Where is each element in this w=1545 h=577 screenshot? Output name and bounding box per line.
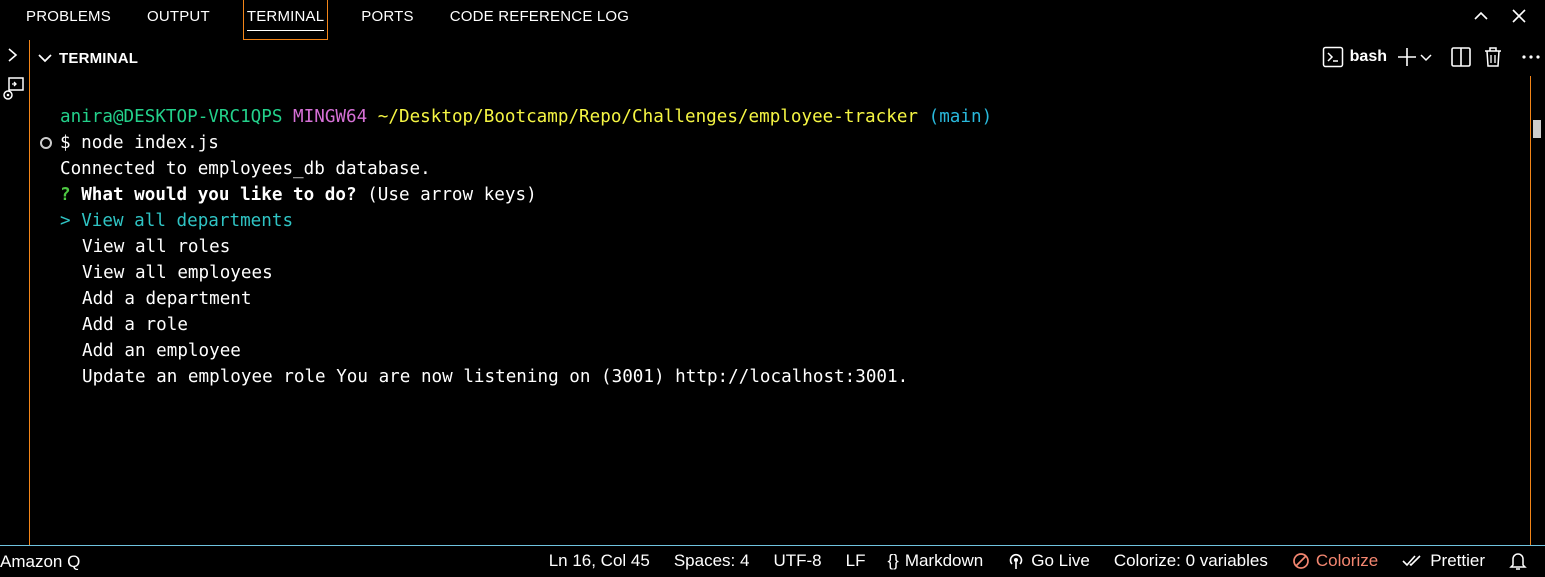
status-language-label: Markdown [904, 551, 984, 570]
panel-actions [1469, 4, 1531, 28]
command-decoration-icon[interactable] [40, 137, 52, 149]
ellipsis-icon [1522, 55, 1540, 59]
choice-item: View all employees [82, 263, 273, 283]
terminal-output[interactable]: anira@DESKTOP-VRC1QPS MINGW64 ~/Desktop/… [31, 76, 1530, 545]
command-line: $ node index.js [60, 133, 219, 153]
tab-terminal-label: TERMINAL [246, 8, 325, 25]
plus-icon [1398, 48, 1416, 66]
status-bar: Amazon Q Ln 16, Col 45 Spaces: 4 UTF-8 L… [0, 545, 1545, 577]
status-encoding[interactable]: UTF-8 [773, 551, 821, 571]
terminal-scrollbar[interactable] [1530, 76, 1545, 545]
chevron-down-icon [1420, 54, 1432, 62]
choice-selected: > View all departments [60, 208, 293, 234]
chevron-down-icon [38, 54, 52, 63]
tab-terminal[interactable]: TERMINAL [242, 0, 329, 40]
question-text: What would you like to do? [81, 185, 357, 205]
prompt-path: ~/Desktop/Bootcamp/Repo/Challenges/emplo… [377, 107, 919, 127]
active-tab-indicator [246, 30, 325, 31]
close-panel-button[interactable] [1507, 4, 1531, 28]
trash-icon [1485, 47, 1501, 67]
status-prettier[interactable]: Prettier [1402, 551, 1485, 571]
scrollbar-thumb[interactable] [1533, 120, 1541, 138]
colorize-label: Colorize [1315, 551, 1379, 570]
close-icon [1512, 9, 1526, 23]
bell-icon [1509, 553, 1527, 570]
kill-terminal-button[interactable] [1481, 45, 1505, 69]
choice-item: View all roles [82, 237, 231, 257]
status-colorize-variables[interactable]: Colorize: 0 variables [1114, 551, 1268, 571]
left-strip [0, 40, 30, 545]
choice-item: Update an employee role You are now list… [82, 367, 909, 387]
prompt-line: anira@DESKTOP-VRC1QPS MINGW64 ~/Desktop/… [60, 104, 992, 130]
choice-item: Add a department [82, 289, 252, 309]
remote-explorer-button[interactable] [2, 76, 26, 107]
tab-problems[interactable]: PROBLEMS [0, 0, 129, 40]
terminal-profile-button[interactable]: bash [1322, 46, 1387, 68]
prompt-branch: (main) [928, 107, 993, 127]
expand-sidebar-button[interactable] [5, 46, 21, 69]
maximize-panel-button[interactable] [1469, 4, 1493, 28]
choice-pointer: > [60, 211, 71, 231]
prettier-label: Prettier [1430, 551, 1485, 570]
status-notifications[interactable] [1509, 551, 1527, 571]
prompt-user-host: anira@DESKTOP-VRC1QPS [60, 107, 283, 127]
terminal-icon [1322, 46, 1343, 68]
go-live-label: Go Live [1031, 551, 1090, 570]
status-amazon-q[interactable]: Amazon Q [0, 552, 80, 572]
terminal-profile-label: bash [1349, 48, 1387, 65]
status-right-items: Ln 16, Col 45 Spaces: 4 UTF-8 LF {} Mark… [525, 551, 1527, 571]
status-colorize[interactable]: Colorize [1292, 551, 1378, 571]
panel-tabbar: PROBLEMS OUTPUT TERMINAL PORTS CODE REFE… [0, 0, 1545, 40]
split-icon [1451, 47, 1471, 67]
status-cursor-position[interactable]: Ln 16, Col 45 [549, 551, 650, 571]
remote-settings-icon [3, 77, 24, 100]
new-terminal-button[interactable] [1395, 45, 1419, 69]
chevron-right-icon [8, 48, 18, 62]
tab-code-reference-log[interactable]: CODE REFERENCE LOG [432, 0, 647, 40]
terminal-launch-profile-button[interactable] [1419, 45, 1433, 69]
choice-item: Add a role [82, 315, 188, 335]
status-go-live[interactable]: Go Live [1007, 551, 1090, 571]
terminal-header: TERMINAL bash [31, 40, 1545, 76]
vscode-panel: PROBLEMS OUTPUT TERMINAL PORTS CODE REFE… [0, 0, 1545, 577]
double-check-icon [1402, 555, 1421, 567]
terminal-title: TERMINAL [59, 49, 139, 67]
status-indentation[interactable]: Spaces: 4 [674, 551, 750, 571]
braces-icon: {} [887, 551, 899, 570]
output-connected: Connected to employees_db database. [60, 159, 431, 179]
more-actions-button[interactable] [1519, 45, 1543, 69]
chevron-up-icon [1474, 11, 1488, 20]
question-hint: (Use arrow keys) [367, 185, 537, 205]
question-mark: ? [60, 185, 71, 205]
collapse-terminal-button[interactable] [37, 50, 53, 66]
prompt-env: MINGW64 [293, 107, 368, 127]
choice-item: View all departments [81, 211, 294, 231]
tab-output[interactable]: OUTPUT [129, 0, 228, 40]
terminal-actions: bash [1322, 45, 1543, 69]
status-eol[interactable]: LF [846, 551, 866, 571]
broadcast-icon [1009, 553, 1023, 569]
status-language[interactable]: {} Markdown [887, 551, 983, 571]
split-terminal-button[interactable] [1449, 45, 1473, 69]
tab-ports[interactable]: PORTS [343, 0, 431, 40]
inquirer-question: ? What would you like to do? (Use arrow … [60, 182, 537, 208]
forbidden-icon [1292, 553, 1309, 569]
choice-item: Add an employee [82, 341, 241, 361]
